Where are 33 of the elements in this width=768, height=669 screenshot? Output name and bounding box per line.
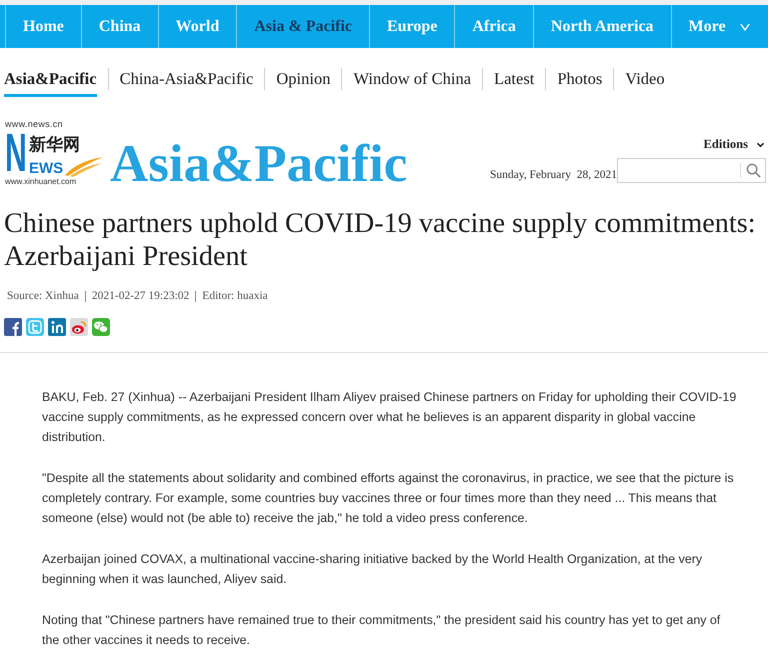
section-tab[interactable]: Latest bbox=[494, 69, 534, 97]
section-tab[interactable]: Asia&Pacific bbox=[4, 69, 97, 97]
linkedin-icon[interactable] bbox=[48, 318, 66, 336]
editor-text: Editor: huaxia bbox=[202, 290, 268, 302]
article-paragraph: BAKU, Feb. 27 (Xinhua) -- Azerbaijani President Ilham Aliyev praised Chinese partners on Friday for upholding their COVID-19 vaccine supply commitments, as he expressed concern over what he believes is an apparent disparity in global vaccine distribution. bbox=[42, 389, 738, 446]
swoosh-icon bbox=[64, 155, 104, 177]
article-paragraph: "Despite all the statements about solidarity and combined efforts against the coronavirus, in practice, we see that the picture is completely contrary. For example, some countries buy vaccines three or four times more than they need ... This means that someone (else) would not (be able to) receive the jab," he told a video press conference. bbox=[42, 470, 735, 527]
nav-link[interactable]: Asia & Pacific bbox=[236, 5, 369, 48]
facebook-icon[interactable] bbox=[4, 318, 22, 336]
section-title: Asia&Pacific bbox=[110, 137, 408, 191]
section-tab[interactable]: Opinion bbox=[276, 69, 330, 97]
section-tab[interactable]: Window of China bbox=[353, 69, 472, 97]
caret-icon bbox=[756, 142, 765, 148]
wechat-icon[interactable] bbox=[92, 318, 110, 336]
section-tab[interactable]: Photos bbox=[557, 69, 602, 97]
publish-time: 2021-02-27 19:23:02 bbox=[92, 290, 190, 302]
search-icon[interactable] bbox=[746, 163, 761, 178]
section-tab[interactable]: China-Asia&Pacific bbox=[120, 69, 254, 97]
caret-icon bbox=[740, 22, 750, 30]
section-tab[interactable]: Video bbox=[625, 69, 665, 97]
logo-wordmark: EWS bbox=[29, 161, 64, 177]
logo-site-url: www.xinhuanet.com bbox=[5, 177, 78, 187]
source-text: Source: Xinhua bbox=[7, 290, 79, 302]
editions-menu[interactable]: Editions bbox=[704, 137, 765, 152]
article-headline: Chinese partners uphold COVID-19 vaccine supply commitments: Azerbaijani President bbox=[4, 207, 757, 273]
date-text: Sunday, February 28, 2021 bbox=[490, 169, 617, 181]
logo-initial: N bbox=[5, 129, 27, 177]
weibo-icon[interactable] bbox=[70, 318, 88, 336]
article-paragraph: Noting that "Chinese partners have remained true to their commitments," the president said his country has yet to get any of the other vaccines it needs to receive. bbox=[42, 612, 722, 649]
article-paragraph: Azerbaijan joined COVAX, a multinational vaccine-sharing initiative backed by the World Health Organization, at the very beginning when it was launched, Aliyev said. bbox=[42, 551, 704, 588]
logo-domain: www.news.cn bbox=[5, 119, 64, 129]
logo-chinese-name: 新华网 bbox=[29, 135, 81, 155]
search-field[interactable] bbox=[617, 158, 766, 183]
